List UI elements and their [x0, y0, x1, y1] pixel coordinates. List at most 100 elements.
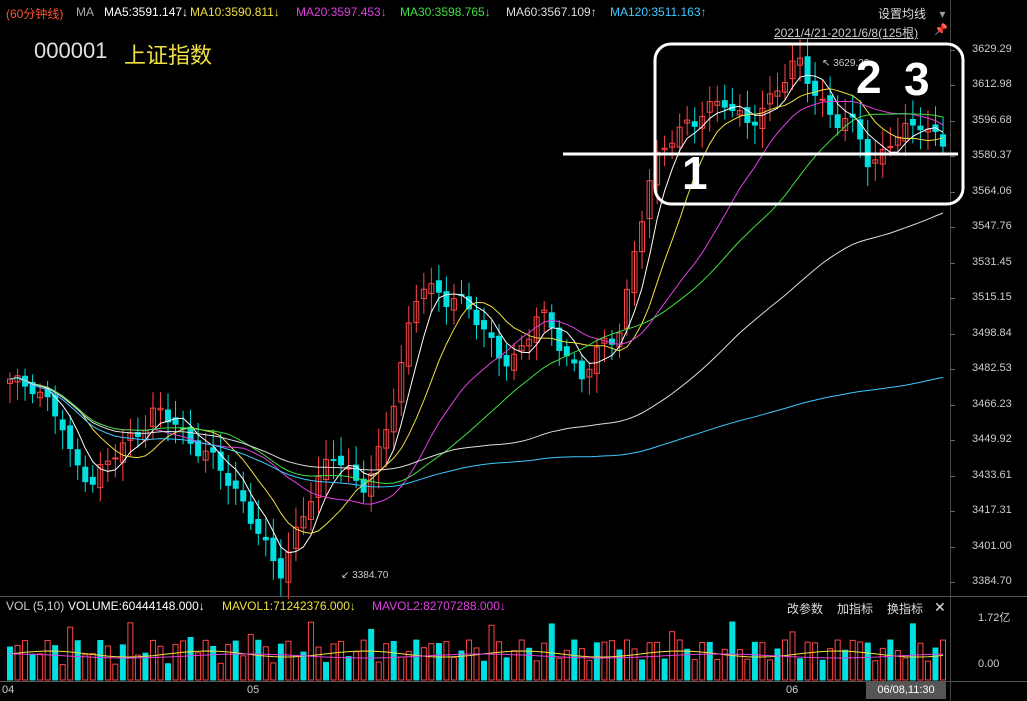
candle-body [255, 519, 262, 534]
candle-body [82, 466, 89, 483]
volume-bar [842, 649, 849, 681]
candle-body [247, 501, 254, 524]
volume-bar [97, 639, 104, 681]
volume-bar [428, 643, 435, 681]
price-tick-label: 3515.15 [972, 291, 1012, 304]
candle-body [488, 332, 495, 338]
candle-body [804, 56, 811, 84]
volume-bar [661, 658, 668, 681]
price-tick-label: 3580.37 [972, 149, 1012, 162]
date-tick-05: 05 [247, 684, 260, 696]
volume-bar [104, 645, 111, 681]
volume-bar [443, 641, 450, 681]
cursor-date-label: 06/08,11:30 [866, 682, 946, 699]
volume-bar [473, 647, 480, 681]
volume-bar [22, 640, 29, 681]
price-tick-label: 3547.76 [972, 220, 1012, 233]
candle-body [112, 457, 119, 460]
price-tick [950, 156, 955, 158]
volume-bar [834, 639, 841, 681]
candle-body [691, 121, 698, 127]
ma120-line [9, 376, 944, 488]
volume-bar [202, 639, 209, 681]
candle-body [89, 476, 96, 485]
volume-bar [413, 639, 420, 681]
mavol1-value: MAVOL1:71242376.000↓ [222, 599, 356, 613]
volume-bar [7, 646, 13, 681]
volume-bar [277, 643, 284, 681]
volume-bar [872, 660, 879, 681]
volume-bar [714, 658, 721, 681]
candle-body [827, 95, 834, 115]
volume-bar [593, 642, 600, 681]
candle-body [909, 118, 916, 126]
volume-bar [827, 648, 834, 681]
volume-bar [187, 636, 194, 681]
candle-body [67, 425, 74, 450]
price-tick-label: 3482.53 [972, 362, 1012, 375]
volume-bar [631, 648, 638, 681]
volume-bar [932, 647, 939, 681]
switch-indicator-button[interactable]: 换指标 [887, 600, 923, 617]
ma60-line [9, 212, 944, 471]
volume-bar [902, 657, 909, 681]
volume-bar [240, 655, 247, 681]
volume-bar [307, 621, 314, 681]
volume-bar [894, 650, 901, 681]
candle-body [262, 536, 269, 541]
volume-bar [924, 660, 931, 681]
volume-bar [608, 640, 615, 681]
candle-body [819, 98, 826, 101]
volume-bar [691, 659, 698, 681]
close-icon[interactable]: ✕ [934, 599, 946, 616]
volume-bar [879, 647, 886, 681]
candle-body [277, 558, 284, 579]
price-tick-label: 3612.98 [972, 78, 1012, 91]
volume-bar [353, 651, 360, 681]
volume-bar [315, 646, 322, 681]
candle-body [59, 419, 66, 431]
volume-bar [503, 657, 510, 681]
volume-bar [330, 643, 337, 681]
volume-bar [383, 643, 390, 681]
candle-body [578, 360, 585, 380]
volume-bar [481, 660, 488, 681]
candle-body [481, 320, 488, 330]
marker-2: 2 [856, 51, 882, 103]
candle-body [338, 455, 345, 466]
candle-body [435, 280, 442, 293]
volume-bar [134, 654, 141, 681]
price-tick [950, 546, 955, 548]
candle-body [225, 473, 232, 486]
volume-bar [819, 659, 826, 681]
price-tick [950, 404, 955, 406]
vol-title: VOL (5,10) [6, 599, 65, 613]
price-tick-label: 3531.45 [972, 255, 1012, 268]
candle-body [496, 335, 503, 359]
volume-bar [556, 657, 563, 681]
volume-bar [458, 650, 465, 681]
candle-body [751, 121, 758, 126]
volume-bar [255, 639, 262, 681]
price-tick-label: 3564.06 [972, 184, 1012, 197]
edit-params-button[interactable]: 改参数 [787, 600, 823, 617]
volume-bar [465, 639, 472, 681]
candle-body [232, 480, 239, 489]
volume-bar [338, 640, 345, 681]
volume-bar [586, 659, 593, 681]
price-tick-label: 3449.92 [972, 433, 1012, 446]
candle-body [443, 291, 450, 307]
price-tick [950, 191, 955, 193]
date-tick-04: 04 [2, 684, 15, 696]
vol-axis-zero: 0.00 [978, 658, 1000, 670]
price-tick-label: 3384.70 [972, 575, 1012, 587]
marker-1: 1 [682, 147, 708, 199]
volume-bar [180, 640, 187, 681]
add-indicator-button[interactable]: 加指标 [837, 600, 873, 617]
volume-bar [676, 639, 683, 681]
volume-bar [774, 648, 781, 681]
volume-bar [360, 639, 367, 681]
volume-bar [616, 649, 623, 681]
candle-body [721, 100, 728, 108]
candle-body [571, 359, 578, 364]
